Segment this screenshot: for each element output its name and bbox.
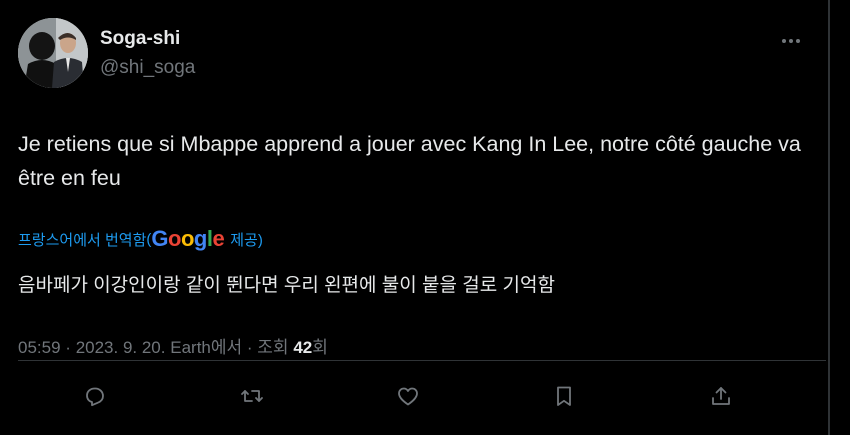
column-border <box>828 0 830 435</box>
heart-icon <box>398 387 418 406</box>
avatar-image <box>18 18 88 88</box>
bookmark-icon <box>557 386 571 406</box>
meta-separator: · <box>65 338 71 357</box>
retweet-button[interactable] <box>234 378 270 414</box>
share-button[interactable] <box>703 378 739 414</box>
more-horizontal-icon <box>782 39 800 43</box>
author-handle[interactable]: @shi_soga <box>100 57 195 79</box>
tweet-date[interactable]: 2023. 9. 20. <box>76 338 166 357</box>
reply-icon <box>86 387 104 407</box>
tweet-text: Je retiens que si Mbappe apprend a jouer… <box>18 132 801 190</box>
translation-provider-suffix: 제공) <box>230 231 263 249</box>
reply-button[interactable] <box>77 378 113 414</box>
divider <box>18 360 826 361</box>
views-label: 조회 <box>257 338 289 357</box>
retweet-icon <box>241 390 263 402</box>
tweet-card: Soga-shi @shi_soga Je retiens que si Mba… <box>0 0 850 435</box>
tweet-source: Earth에서 <box>170 338 243 357</box>
bookmark-button[interactable] <box>546 378 582 414</box>
like-button[interactable] <box>390 378 426 414</box>
views-count: 42 <box>293 338 313 357</box>
meta-separator: · <box>246 338 253 357</box>
tweet-time[interactable]: 05:59 <box>18 338 61 357</box>
tweet-meta: 05:59 · 2023. 9. 20. Earth에서 · 조회 42회 <box>18 333 328 358</box>
more-options-button[interactable] <box>776 26 806 56</box>
translation-label: 프랑스어에서 번역함 <box>18 231 147 249</box>
translation-notice[interactable]: 프랑스어에서 번역함(Google 제공) <box>18 226 263 252</box>
views-suffix: 회 <box>312 338 328 357</box>
action-bar <box>0 378 828 414</box>
avatar[interactable] <box>18 18 88 88</box>
translated-text: 음바페가 이강인이랑 같이 뛴다면 우리 왼편에 불이 붙을 걸로 기억함 <box>18 275 555 296</box>
google-logo: Google <box>151 226 225 251</box>
author-name[interactable]: Soga-shi <box>100 28 180 50</box>
share-icon <box>712 387 730 405</box>
